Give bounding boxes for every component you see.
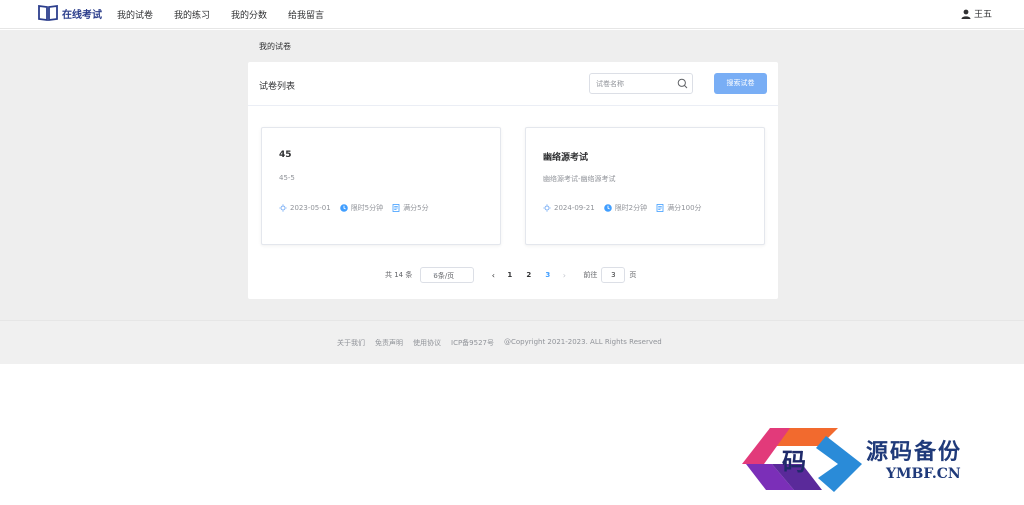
logo[interactable]: 在线考试: [38, 4, 102, 22]
paper-time-limit-text: 限时2分钟: [614, 204, 648, 212]
pagination-total: 共 14 条: [385, 271, 413, 279]
paper-time-limit-text: 限时5分钟: [350, 204, 384, 212]
user-name: 王五: [973, 10, 992, 20]
nav-item-leave-message[interactable]: 给我留言: [288, 8, 324, 21]
watermark-url: YMBF.CN: [886, 466, 961, 482]
main-nav: 我的试卷 我的练习 我的分数 给我留言: [117, 0, 345, 29]
panel-header: 试卷列表 搜索试卷: [248, 62, 778, 106]
watermark-name: 源码备份: [866, 440, 963, 465]
paper-date-text: 2023-05-01: [290, 204, 331, 212]
search-box: [589, 73, 693, 94]
search-input[interactable]: [596, 78, 676, 90]
page-number-3[interactable]: 3: [538, 271, 557, 279]
footer: 关于我们 免责声明 使用协议 ICP备9527号 @Copyright 2021…: [0, 320, 1024, 364]
paper-time-limit: 限时5分钟: [339, 203, 384, 213]
page-number-2[interactable]: 2: [519, 271, 538, 279]
sun-icon: [279, 204, 287, 212]
document-icon: [656, 204, 664, 212]
paper-date: 2023-05-01: [279, 204, 331, 212]
prev-page-button[interactable]: ‹: [486, 271, 500, 280]
user-icon: [961, 9, 971, 19]
paper-title: 幽络源考试: [543, 153, 589, 163]
paper-card[interactable]: 幽络源考试 幽络源考试-幽络源考试 2024-09-21 限时2分钟 满分100…: [525, 127, 765, 245]
footer-icp[interactable]: ICP备9527号: [451, 338, 494, 348]
paper-date: 2024-09-21: [543, 204, 595, 212]
paper-description: 幽络源考试-幽络源考试: [543, 175, 616, 183]
paper-title: 45: [279, 150, 292, 160]
nav-item-my-scores[interactable]: 我的分数: [231, 8, 267, 21]
top-navbar: 在线考试 我的试卷 我的练习 我的分数 给我留言 王五: [0, 0, 1024, 29]
logo-text: 在线考试: [62, 9, 102, 21]
goto-page-input[interactable]: 3: [601, 267, 626, 283]
panel-title: 试卷列表: [259, 82, 296, 92]
paper-meta: 2023-05-01 限时5分钟 满分5分: [279, 203, 438, 213]
paper-full-score-text: 满分100分: [667, 204, 702, 212]
sun-icon: [543, 204, 551, 212]
user-menu[interactable]: 王五: [961, 7, 992, 20]
paper-date-text: 2024-09-21: [554, 204, 595, 212]
watermark-emblem: 码: [742, 428, 862, 492]
footer-links: 关于我们 免责声明 使用协议 ICP备9527号 @Copyright 2021…: [337, 338, 672, 348]
search-icon[interactable]: [677, 78, 688, 89]
footer-link-disclaimer[interactable]: 免责声明: [375, 338, 403, 348]
paper-card[interactable]: 45 45-5 2023-05-01 限时5分钟 满分5分: [261, 127, 501, 245]
clock-icon: [603, 204, 612, 212]
chevron-down-icon: ▾: [433, 271, 437, 278]
footer-link-terms[interactable]: 使用协议: [413, 338, 441, 348]
nav-item-my-practice[interactable]: 我的练习: [174, 8, 210, 21]
paper-meta: 2024-09-21 限时2分钟 满分100分: [543, 203, 711, 213]
pagination: 共 14 条 6条/页 ▾ ‹ 1 2 3 › 前往 3 页: [385, 267, 636, 283]
page-number-1[interactable]: 1: [500, 271, 519, 279]
search-button[interactable]: 搜索试卷: [714, 73, 767, 94]
paper-full-score: 满分100分: [656, 203, 702, 213]
nav-item-my-papers[interactable]: 我的试卷: [117, 8, 153, 21]
watermark-logo: 码 源码备份 YMBF.CN: [742, 424, 1024, 505]
footer-link-about[interactable]: 关于我们: [337, 338, 365, 348]
goto-label: 前往: [583, 271, 598, 279]
watermark-glyph: 码: [782, 447, 806, 476]
clock-icon: [339, 204, 348, 212]
next-page-button[interactable]: ›: [557, 271, 571, 280]
breadcrumb: 我的试卷: [259, 42, 291, 51]
page-suffix: 页: [629, 271, 637, 279]
footer-copyright: @Copyright 2021-2023. ALL Rights Reserve…: [504, 338, 662, 346]
paper-full-score-text: 满分5分: [403, 204, 429, 212]
paper-full-score: 满分5分: [392, 203, 429, 213]
paper-list-panel: 试卷列表 搜索试卷 45 45-5 2023-05-01: [248, 62, 778, 299]
open-book-icon: [38, 4, 58, 22]
page-size-select[interactable]: 6条/页 ▾: [420, 267, 475, 283]
paper-description: 45-5: [279, 174, 295, 182]
paper-time-limit: 限时2分钟: [603, 203, 648, 213]
document-icon: [392, 204, 400, 212]
